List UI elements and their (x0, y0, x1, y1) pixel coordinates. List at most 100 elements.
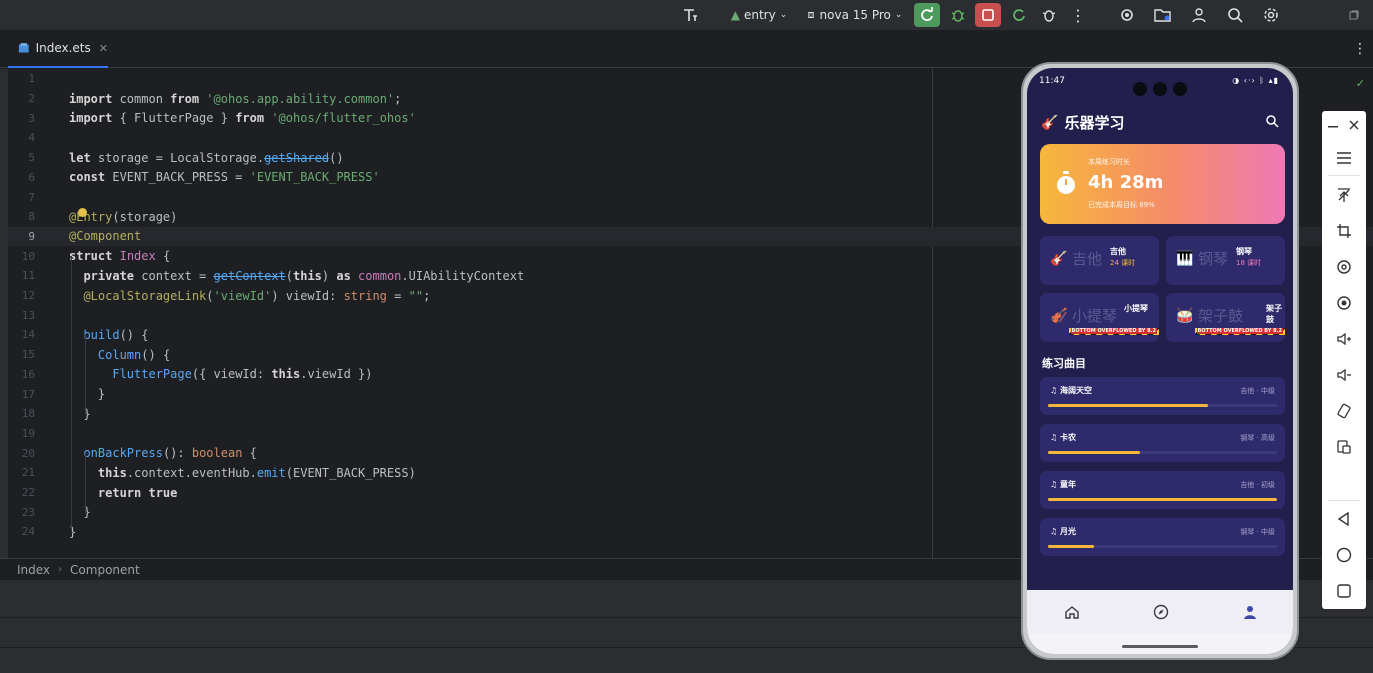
more-vertical-icon[interactable]: ⋮ (1353, 41, 1367, 57)
instrument-name: 架子鼓 (1266, 304, 1282, 324)
song-meta: 钢琴 · 高级 (1240, 434, 1275, 442)
progress-track (1048, 404, 1277, 407)
recents-icon[interactable] (1334, 581, 1354, 601)
folder-icon (1154, 9, 1171, 22)
status-time: 11:47 (1039, 76, 1065, 86)
project-folder-button[interactable] (1152, 3, 1174, 27)
song-meta: 吉他 · 中级 (1240, 387, 1275, 395)
more-vertical-icon[interactable]: ⋮ (1070, 3, 1086, 27)
screenshot-icon[interactable] (1334, 437, 1354, 457)
lightbulb-icon[interactable] (78, 208, 87, 217)
piano-icon: 🎹 (1176, 251, 1194, 267)
back-icon[interactable] (1334, 509, 1354, 529)
app-title: 🎸 乐器学习 (1041, 114, 1125, 132)
refresh-icon (1013, 9, 1025, 21)
instrument-watermark: 小提琴 (1072, 307, 1118, 325)
breadcrumb-item[interactable]: Component (70, 563, 140, 577)
violin-icon: 🎻 (1050, 308, 1068, 324)
hero-label: 本周练习时长 (1088, 158, 1130, 166)
restore-window-icon[interactable] (1344, 3, 1364, 27)
device-screen[interactable]: 11:47 ◑ ‹·› ᛒ ▴▮ 🎸 乐器学习 本周练习时长 4h 28m 已完… (1027, 68, 1293, 654)
hero-value: 4h 28m (1088, 172, 1164, 193)
chevron-down-icon: ⌄ (894, 10, 903, 20)
progress-track (1048, 498, 1277, 501)
rotate-device-icon[interactable] (1334, 401, 1354, 421)
gesture-bar (1027, 634, 1293, 654)
instrument-card-violin[interactable]: 小提琴 🎻 小提琴 BOTTOM OVERFLOWED BY 8.2 (1040, 293, 1159, 342)
pin-top-icon[interactable] (1334, 185, 1354, 205)
debug-button[interactable] (947, 3, 969, 27)
chevron-down-icon: ⌄ (779, 10, 788, 20)
search-icon (1228, 8, 1243, 23)
overflow-warning: BOTTOM OVERFLOWED BY 8.2 (1068, 328, 1159, 335)
tab-index-ets[interactable]: Index.ets ✕ (8, 30, 108, 68)
song-title: ♫ 童年 (1050, 480, 1076, 489)
song-title: ♫ 卡农 (1050, 433, 1076, 442)
instrument-card-piano[interactable]: 钢琴 🎹 钢琴 18 课时 (1166, 236, 1285, 285)
screen-record-icon[interactable] (1334, 293, 1354, 313)
stopwatch-icon (1057, 171, 1075, 194)
minimize-icon[interactable] (1326, 117, 1340, 137)
progress-fill (1048, 404, 1209, 407)
home-icon[interactable] (1064, 604, 1080, 620)
status-icons: ◑ ‹·› ᛒ ▴▮ (1232, 76, 1279, 85)
device-selector[interactable]: ⧈ nova 15 Pro ⌄ (806, 3, 904, 27)
instrument-name: 钢琴 (1236, 247, 1252, 256)
user-icon (1192, 8, 1206, 23)
camera-icon (1153, 82, 1167, 96)
device-manager-button[interactable] (1116, 3, 1138, 27)
progress-track (1048, 545, 1277, 548)
instrument-watermark: 吉他 (1072, 250, 1103, 268)
check-icon: ✓ (1355, 77, 1365, 90)
progress-fill (1048, 545, 1094, 548)
account-button[interactable] (1188, 3, 1210, 27)
rerun-icon (921, 7, 933, 21)
indent-guide (85, 334, 86, 414)
song-item[interactable]: ♫ 童年 吉他 · 初级 (1040, 471, 1285, 509)
bug-attach-icon (1042, 10, 1056, 22)
close-icon[interactable] (1346, 115, 1362, 135)
drum-icon: 🥁 (1176, 308, 1194, 324)
song-item[interactable]: ♫ 海阔天空 吉他 · 中级 (1040, 377, 1285, 415)
volume-down-icon[interactable] (1334, 365, 1354, 385)
volume-up-icon[interactable] (1334, 329, 1354, 349)
home-indicator[interactable] (1122, 645, 1198, 648)
song-item[interactable]: ♫ 卡农 钢琴 · 高级 (1040, 424, 1285, 462)
apply-changes-button[interactable] (1008, 3, 1030, 27)
menu-icon[interactable] (1334, 148, 1354, 168)
breadcrumb-item[interactable]: Index (17, 563, 50, 577)
instrument-lesson-count: 24 课时 (1110, 259, 1136, 267)
stop-button[interactable] (975, 3, 1001, 27)
chevron-right-icon: › (58, 564, 63, 575)
search-icon[interactable] (1265, 114, 1279, 128)
instrument-card-guitar[interactable]: 吉他 🎸 吉他 24 课时 (1040, 236, 1159, 285)
song-title: ♫ 海阔天空 (1050, 386, 1092, 395)
search-button[interactable] (1224, 3, 1246, 27)
crop-icon[interactable] (1334, 221, 1354, 241)
rotate-icon[interactable] (1334, 257, 1354, 277)
compass-icon[interactable] (1153, 604, 1169, 620)
instrument-watermark: 钢琴 (1198, 250, 1229, 268)
song-item[interactable]: ♫ 月光 钢琴 · 中级 (1040, 518, 1285, 556)
instrument-card-drums[interactable]: 架子鼓 🥁 架子鼓 BOTTOM OVERFLOWED BY 8.2 (1166, 293, 1285, 342)
settings-button[interactable] (1260, 3, 1282, 27)
device-emulator-frame: 11:47 ◑ ‹·› ᛒ ▴▮ 🎸 乐器学习 本周练习时长 4h 28m 已完… (1021, 62, 1299, 660)
instrument-watermark: 架子鼓 (1198, 307, 1244, 325)
close-icon[interactable]: ✕ (99, 42, 108, 55)
target-icon (1121, 9, 1133, 21)
attach-debugger-button[interactable] (1038, 3, 1060, 27)
module-selector[interactable]: ▲ entry ⌄ (728, 3, 790, 27)
module-icon: ▲ (730, 8, 740, 22)
instrument-name: 小提琴 (1124, 304, 1148, 313)
main-toolbar: ▲ entry ⌄ ⧈ nova 15 Pro ⌄ ⋮ (0, 0, 1373, 30)
text-format-icon[interactable] (680, 3, 700, 27)
left-tool-strip (0, 69, 8, 558)
stop-icon (982, 9, 994, 21)
weekly-practice-card[interactable]: 本周练习时长 4h 28m 已完成本周目标 89% (1040, 144, 1285, 224)
progress-fill (1048, 498, 1277, 501)
divider (1328, 175, 1360, 176)
divider (1328, 500, 1360, 501)
profile-icon[interactable] (1242, 604, 1258, 620)
home-circle-icon[interactable] (1334, 545, 1354, 565)
run-button[interactable] (914, 3, 940, 27)
